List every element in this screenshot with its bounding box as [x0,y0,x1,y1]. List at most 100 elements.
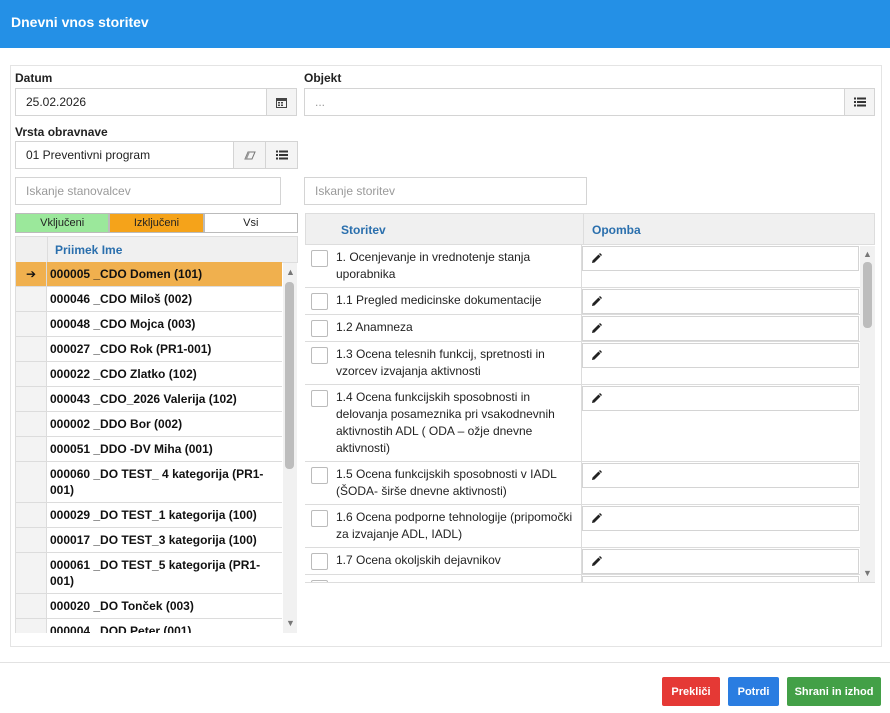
resident-row[interactable]: 000048 _CDO Mojca (003) [16,312,282,337]
service-row: 1.5 Ocena funkcijskih sposobnosti v IADL… [305,462,860,505]
resident-row[interactable]: 000061 _DO TEST_5 kategorija (PR1-001) [16,553,282,594]
resident-name: 000043 _CDO_2026 Valerija (102) [50,392,237,406]
service-checkbox[interactable] [311,467,328,484]
service-checkbox[interactable] [311,250,328,267]
calendar-button[interactable] [266,88,297,116]
resident-name: 000046 _CDO Miloš (002) [50,292,193,306]
arrow-right-icon: ➔ [25,267,37,281]
note-field[interactable] [582,343,859,368]
service-label: 1.6 Ocena podporne tehnologije (pripomoč… [334,505,582,547]
list-icon [853,97,866,107]
service-checkbox[interactable] [311,347,328,364]
service-row: 1. Ocenjevanje in vrednotenje stanja upo… [305,245,860,288]
resident-row[interactable]: 000022 _CDO Zlatko (102) [16,362,282,387]
cancel-button[interactable]: Prekliči [662,677,720,706]
row-selector[interactable] [16,528,47,552]
service-row: 1.8 Dokumentiranje in vrednotenje [305,575,860,582]
note-field[interactable] [582,246,859,271]
service-checkbox[interactable] [311,390,328,407]
resident-row[interactable]: 000020 _DO Tonček (003) [16,594,282,619]
resident-row[interactable]: 000046 _CDO Miloš (002) [16,287,282,312]
row-selector[interactable] [16,437,47,461]
service-checkbox[interactable] [311,553,328,570]
note-field[interactable] [582,316,859,341]
date-input[interactable]: 25.02.2026 [15,88,267,116]
confirm-button[interactable]: Potrdi [728,677,779,706]
pencil-icon[interactable] [591,470,602,481]
pencil-icon[interactable] [591,323,602,334]
row-selector[interactable] [16,412,47,436]
resident-name: 000060 _DO TEST_ 4 kategorija (PR1-001) [50,467,264,497]
note-field[interactable] [582,463,859,488]
note-column-header[interactable]: Opomba [592,223,641,237]
filter-excluded-button[interactable]: Izključeni [109,213,204,233]
residents-scrollbar[interactable]: ▲ ▼ [283,263,297,633]
service-row: 1.2 Anamneza [305,315,860,342]
row-selector[interactable] [16,619,47,633]
resident-row[interactable]: 000027 _CDO Rok (PR1-001) [16,337,282,362]
pencil-icon[interactable] [591,393,602,404]
residents-header: Priimek Ime [15,236,298,263]
service-row: 1.1 Pregled medicinske dokumentacije [305,288,860,315]
resident-name: 000020 _DO Tonček (003) [50,599,194,613]
resident-row[interactable]: 000017 _DO TEST_3 kategorija (100) [16,528,282,553]
services-header: Storitev Opomba [305,213,875,245]
residents-column-header[interactable]: Priimek Ime [55,243,122,257]
filter-all-button[interactable]: Vsi [203,213,298,233]
resident-filter-group: Vključeni Izključeni Vsi [15,213,298,233]
services-bottom-border [305,582,875,583]
service-column-header[interactable]: Storitev [341,223,386,237]
treatment-label: Vrsta obravnave [15,125,108,139]
row-selector[interactable] [16,362,47,386]
services-scrollbar[interactable]: ▲ ▼ [860,246,875,582]
service-checkbox[interactable] [311,320,328,337]
service-row: 1.3 Ocena telesnih funkcij, spretnosti i… [305,342,860,385]
save-exit-button[interactable]: Shrani in izhod [787,677,881,706]
pencil-icon[interactable] [591,253,602,264]
resident-row[interactable]: 000060 _DO TEST_ 4 kategorija (PR1-001) [16,462,282,503]
calendar-icon [276,97,287,108]
row-selector[interactable] [16,553,47,593]
row-selector[interactable] [16,287,47,311]
resident-row[interactable]: 000004 _DOD Peter (001) [16,619,282,633]
resident-row[interactable]: 000051 _DDO -DV Miha (001) [16,437,282,462]
row-selector[interactable] [16,503,47,527]
pencil-icon[interactable] [591,556,602,567]
object-input[interactable]: ... [304,88,845,116]
object-list-button[interactable] [844,88,875,116]
service-label: 1.2 Anamneza [334,315,582,341]
note-field[interactable] [582,386,859,411]
list-icon [275,150,288,160]
row-selector[interactable] [16,594,47,618]
pencil-icon[interactable] [591,296,602,307]
row-selector[interactable] [16,337,47,361]
resident-name: 000061 _DO TEST_5 kategorija (PR1-001) [50,558,261,588]
row-selector[interactable]: ➔ [16,262,47,286]
clear-treatment-button[interactable] [233,141,266,169]
row-selector[interactable] [16,312,47,336]
resident-row[interactable]: 000029 _DO TEST_1 kategorija (100) [16,503,282,528]
resident-row[interactable]: ➔ 000005 _CDO Domen (101) [16,262,282,287]
service-search-input[interactable]: Iskanje storitev [304,177,587,205]
service-checkbox[interactable] [311,510,328,527]
treatment-list-button[interactable] [265,141,298,169]
service-checkbox[interactable] [311,293,328,310]
row-selector[interactable] [16,462,47,502]
service-label: 1.5 Ocena funkcijskih sposobnosti v IADL… [334,462,582,504]
service-label: 1.1 Pregled medicinske dokumentacije [334,288,582,314]
note-field[interactable] [582,549,859,574]
treatment-input[interactable]: 01 Preventivni program [15,141,234,169]
resident-search-input[interactable]: Iskanje stanovalcev [15,177,281,205]
resident-name: 000002 _DDO Bor (002) [50,417,183,431]
filter-included-button[interactable]: Vključeni [15,213,110,233]
pencil-icon[interactable] [591,513,602,524]
note-field[interactable] [582,289,859,314]
resident-row[interactable]: 000002 _DDO Bor (002) [16,412,282,437]
resident-name: 000029 _DO TEST_1 kategorija (100) [50,508,257,522]
note-field[interactable] [582,506,859,531]
residents-table: ➔ 000005 _CDO Domen (101) 000046 _CDO Milo… [15,262,282,633]
row-selector[interactable] [16,387,47,411]
resident-name: 000022 _CDO Zlatko (102) [50,367,197,381]
resident-row[interactable]: 000043 _CDO_2026 Valerija (102) [16,387,282,412]
pencil-icon[interactable] [591,350,602,361]
